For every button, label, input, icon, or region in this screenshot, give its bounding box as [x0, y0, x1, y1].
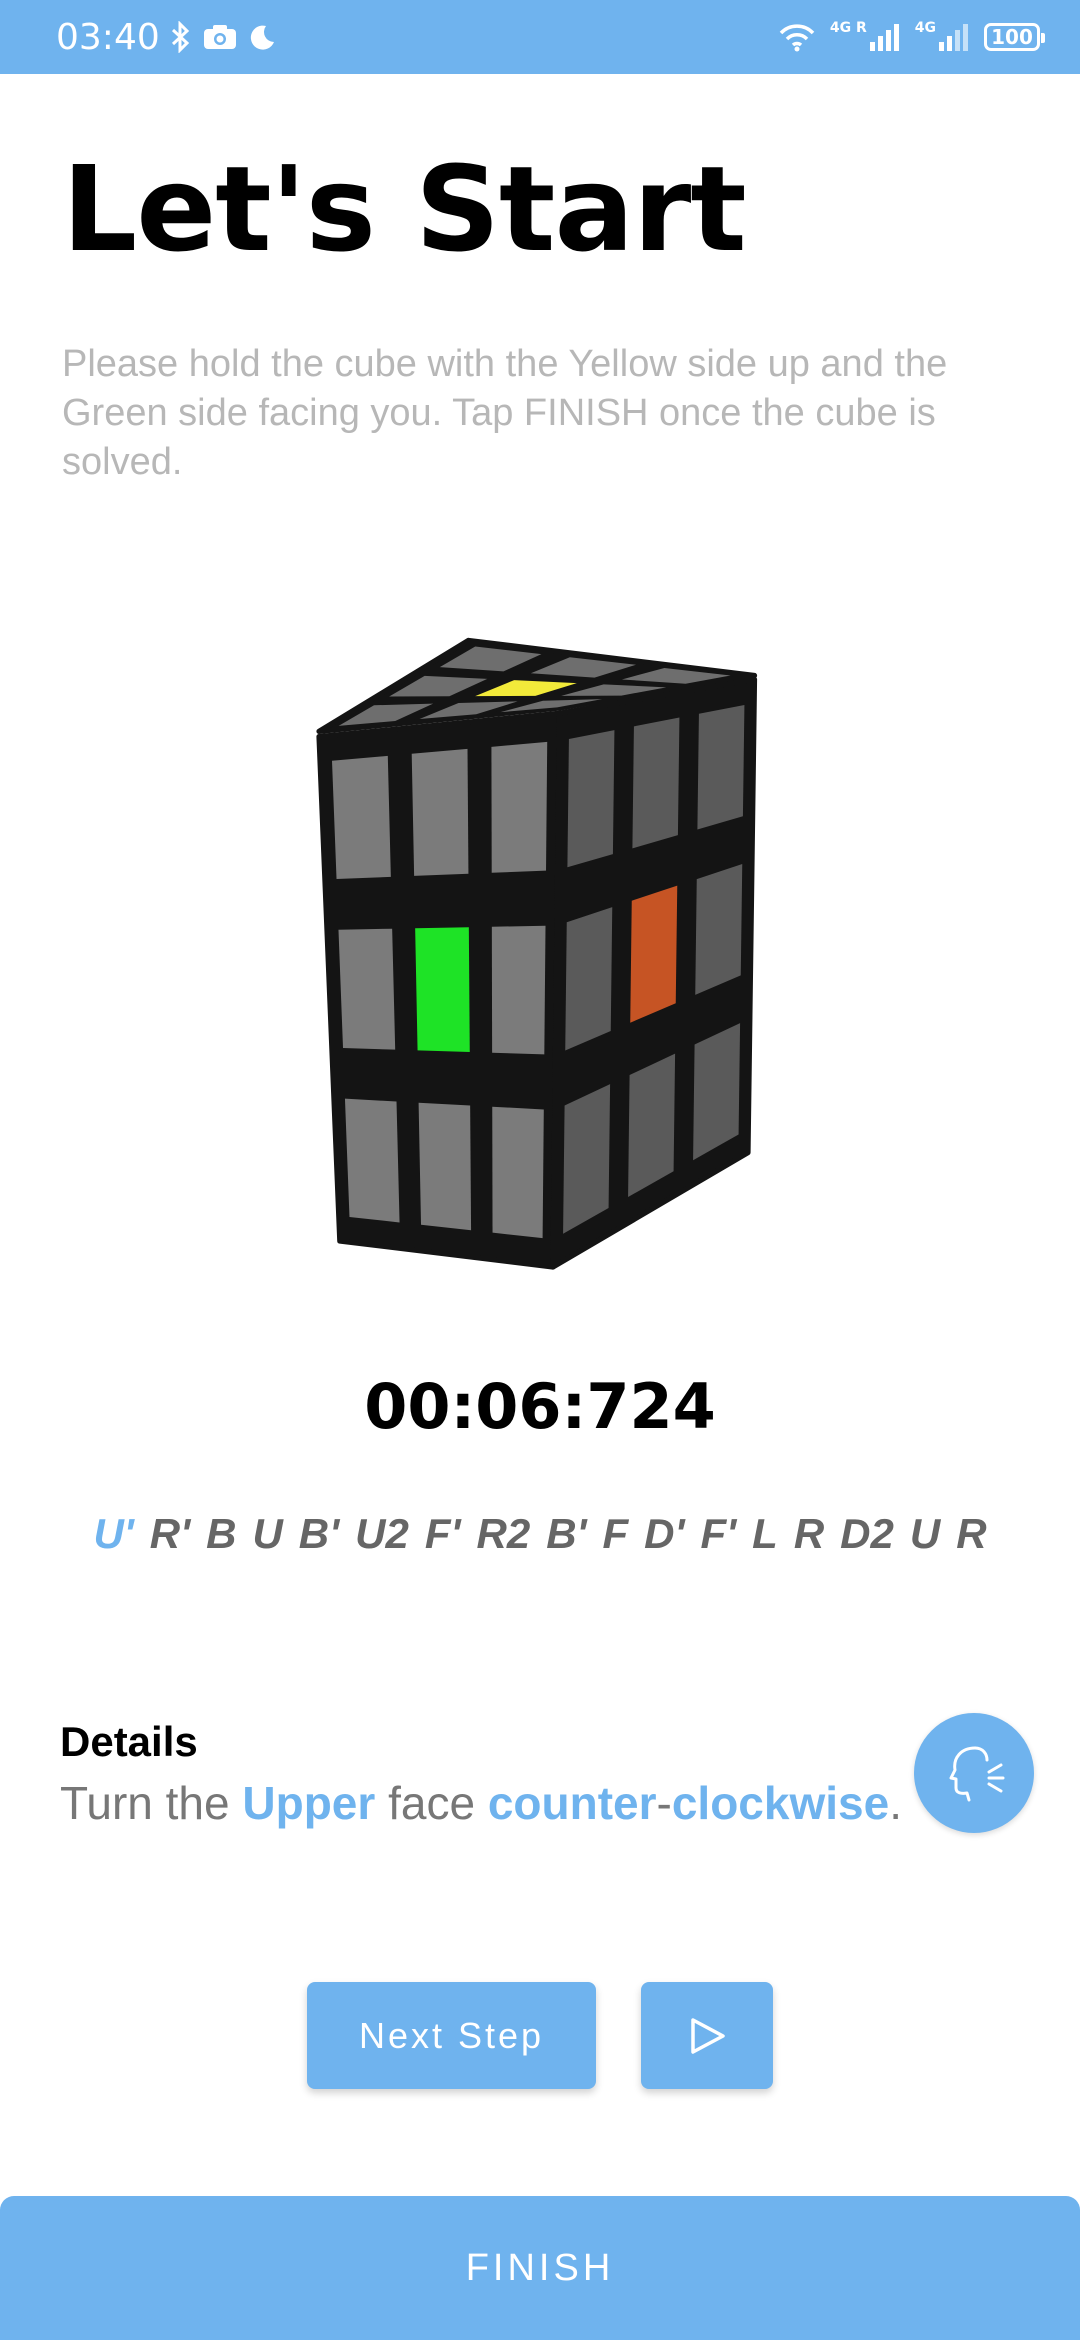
details-highlight: Upper	[242, 1777, 376, 1829]
finish-button[interactable]: FINISH	[0, 2196, 1080, 2340]
move: U	[909, 1510, 941, 1557]
scramble-moves: U' R' B U B' U2 F' R2 B' F D' F' L R D2 U R	[60, 1505, 1020, 1563]
right-face-sticker	[695, 864, 743, 995]
details-heading: Details	[60, 1718, 198, 1765]
move: F	[602, 1510, 629, 1557]
front-face-sticker	[418, 1102, 472, 1231]
right-face-sticker	[697, 704, 745, 830]
bluetooth-icon	[171, 21, 189, 53]
cube-illustration	[220, 630, 860, 1280]
right-face-sticker	[567, 730, 615, 868]
details-fragment: face	[375, 1777, 488, 1829]
battery-level: 100	[991, 25, 1033, 49]
details-text: Turn the Upper face counter-clockwise.	[60, 1776, 902, 1830]
details-highlight: counter	[487, 1777, 657, 1829]
right-face-sticker	[632, 717, 680, 849]
signal-icon-2	[939, 24, 968, 51]
status-time: 03:40	[56, 16, 160, 58]
move: U2	[355, 1510, 409, 1557]
instructions-text: Please hold the cube with the Yellow sid…	[62, 343, 948, 483]
timer: 00:06:724	[364, 1370, 716, 1443]
status-left: 03:40	[56, 17, 276, 58]
network-label-1: 4G R	[829, 20, 867, 36]
front-face-sticker	[491, 741, 548, 873]
play-button[interactable]	[641, 1982, 773, 2089]
move: B'	[546, 1510, 587, 1557]
battery-indicator: 100	[984, 23, 1045, 51]
details-fragment: Turn the	[60, 1777, 243, 1829]
move: R	[956, 1510, 987, 1557]
right-face-sticker	[565, 907, 613, 1051]
move: R2	[476, 1510, 531, 1557]
next-step-button[interactable]: Next Step	[307, 1982, 596, 2089]
move-current: U'	[93, 1510, 134, 1557]
move: L	[752, 1510, 778, 1557]
front-face-sticker	[491, 925, 546, 1055]
move: D2	[840, 1510, 894, 1557]
move: D'	[644, 1510, 685, 1557]
move: F'	[700, 1510, 737, 1557]
network-label-2: 4G	[914, 20, 936, 36]
details-highlight: clockwise	[671, 1777, 890, 1829]
move: B	[206, 1510, 237, 1557]
details-fragment: -	[656, 1777, 672, 1829]
wifi-icon	[779, 24, 815, 52]
moon-icon	[250, 25, 274, 50]
camera-icon	[203, 25, 236, 49]
front-face-sticker	[411, 748, 469, 876]
front-face-sticker	[331, 755, 391, 880]
move: R	[793, 1510, 825, 1557]
status-right: 4G R 4G 100	[778, 20, 1045, 52]
page-title: Let's Start	[62, 140, 747, 278]
signal-icon	[869, 24, 899, 51]
play-icon	[691, 2017, 725, 2054]
move: U	[252, 1510, 283, 1557]
details-fragment: .	[889, 1777, 902, 1829]
right-face-center-sticker	[630, 885, 678, 1023]
move: R'	[149, 1510, 191, 1557]
move: B'	[298, 1510, 340, 1557]
front-face-sticker	[492, 1106, 544, 1239]
front-face-sticker	[338, 928, 396, 1050]
voice-readout-button[interactable]	[914, 1713, 1034, 1833]
voice-icon	[949, 1746, 1005, 1802]
front-face-center-sticker	[415, 927, 470, 1053]
status-bar: 03:40 4G R 4G 100	[0, 0, 1080, 74]
front-face-sticker	[344, 1098, 400, 1223]
move: F'	[424, 1510, 461, 1557]
